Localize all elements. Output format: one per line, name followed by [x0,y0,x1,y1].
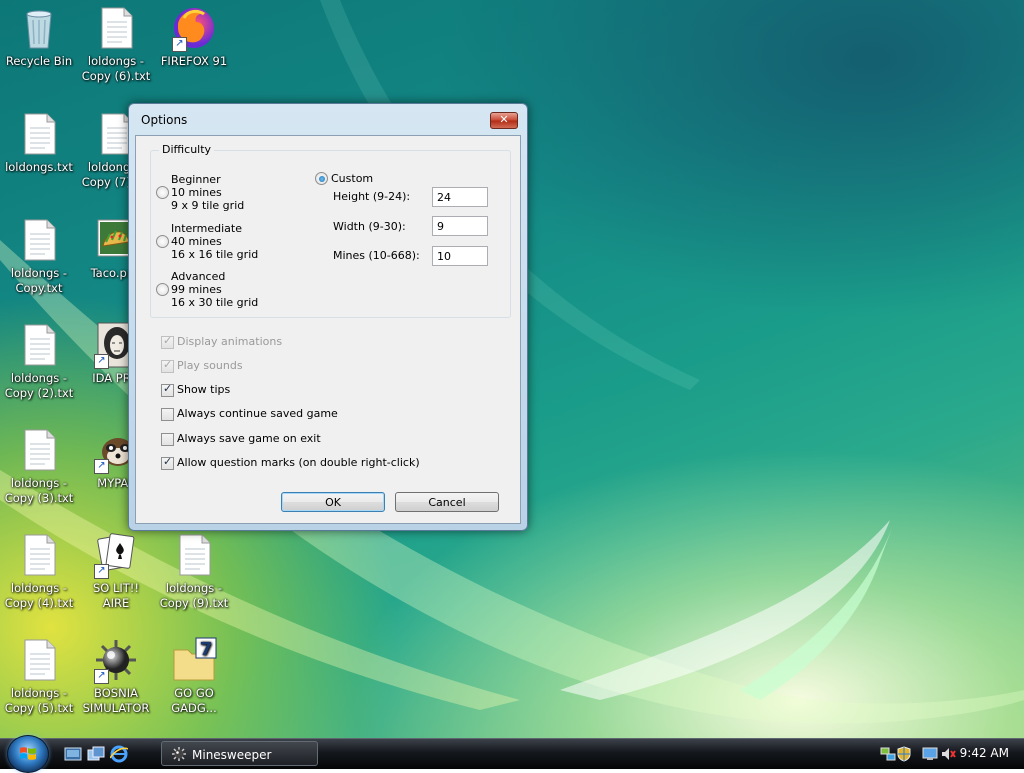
volume-muted-icon[interactable] [940,746,956,762]
icon-label: Recycle Bin [5,54,73,68]
display-animations-checkbox[interactable] [161,334,174,349]
advanced-grid: 16 x 30 tile grid [171,296,259,309]
icon-label: FIREFOX 91 [160,54,228,68]
svg-text:7: 7 [200,639,213,660]
text-file-icon[interactable]: loldongs - Copy.txt [1,216,77,296]
shortcut-arrow-icon: ↗ [94,669,109,684]
shortcut-arrow-icon: ↗ [94,564,109,579]
text-file-icon[interactable]: loldongs - Copy (9).txt [156,531,232,611]
play-sounds-checkbox[interactable] [161,358,174,373]
dialog-titlebar[interactable]: Options ✕ [129,104,527,136]
solitaire-shortcut-icon[interactable]: ↗ SO LIT!! AIRE [78,531,154,611]
icon-label: loldongs - Copy (3).txt [4,476,74,505]
icon-label: SO LIT!! AIRE [92,581,140,610]
always-continue-checkbox[interactable] [161,408,174,421]
icon-label: loldongs - Copy (6).txt [81,54,151,83]
taskbar-minesweeper-button[interactable]: Minesweeper [161,741,318,766]
close-button[interactable]: ✕ [490,112,518,129]
folder-icon[interactable]: 7 GO GO GADG... [156,636,232,716]
system-tray: 9:42 AM [864,739,1024,769]
always-continue-label: Always continue saved game [177,407,338,420]
advanced-mines: 99 mines [171,283,222,296]
play-sounds-label: Play sounds [177,359,243,372]
always-save-checkbox[interactable] [161,433,174,446]
text-file-icon[interactable]: loldongs - Copy (6).txt [78,4,154,84]
internet-explorer-icon[interactable] [110,745,128,763]
icon-label: loldongs - Copy (5).txt [4,686,74,715]
advanced-option-text[interactable]: Advanced 99 mines 16 x 30 tile grid [171,270,258,309]
cancel-button[interactable]: Cancel [395,492,499,512]
icon-label: loldongs - Copy (4).txt [4,581,74,610]
firefox-shortcut-icon[interactable]: ↗ FIREFOX 91 [156,4,232,69]
taskbar-minesweeper-label: Minesweeper [192,748,272,762]
question-marks-label: Allow question marks (on double right-cl… [177,456,420,469]
icon-label: loldongs - Copy (9).txt [159,581,229,610]
shortcut-arrow-icon: ↗ [94,459,109,474]
mine-icon [172,747,186,761]
icon-label: loldongs - Copy (2).txt [4,371,74,400]
beginner-option-text[interactable]: Beginner 10 mines 9 x 9 tile grid [171,173,244,212]
beginner-label: Beginner [171,173,221,186]
intermediate-grid: 16 x 16 tile grid [171,248,259,261]
network-icon[interactable] [880,746,896,762]
icon-label: loldongs - Copy.txt [10,266,68,295]
dialog-title: Options [141,113,188,127]
advanced-radio[interactable] [156,283,169,296]
icon-label: BOSNIA SIMULATOR [82,686,150,715]
height-label: Height (9-24): [333,190,411,203]
intermediate-mines: 40 mines [171,235,222,248]
always-save-label: Always save game on exit [177,432,321,445]
text-file-icon[interactable]: loldongs.txt [1,110,77,175]
shortcut-arrow-icon: ↗ [94,354,109,369]
icon-label: GO GO GADG... [171,686,217,715]
question-marks-checkbox[interactable] [161,455,174,470]
minesweeper-shortcut-icon[interactable]: ↗ BOSNIA SIMULATOR [78,636,154,716]
custom-label[interactable]: Custom [331,172,373,185]
close-icon: ✕ [499,113,509,126]
taskbar: Minesweeper 9:42 AM [0,735,1024,773]
beginner-mines: 10 mines [171,186,222,199]
dialog-client: Difficulty Beginner 10 mines 9 x 9 tile … [135,135,521,524]
custom-radio[interactable] [315,172,328,185]
text-file-icon[interactable]: loldongs - Copy (5).txt [1,636,77,716]
mines-label: Mines (10-668): [333,249,420,262]
recycle-bin-icon[interactable]: Recycle Bin [1,4,77,69]
show-tips-checkbox[interactable] [161,382,174,397]
width-input[interactable] [432,216,488,236]
advanced-label: Advanced [171,270,226,283]
icon-label: loldongs.txt [5,160,73,174]
intermediate-option-text[interactable]: Intermediate 40 mines 16 x 16 tile grid [171,222,258,261]
options-dialog: Options ✕ Difficulty Beginner 10 mines 9… [128,103,528,531]
mines-input[interactable] [432,246,488,266]
security-shield-icon[interactable] [897,746,911,762]
text-file-icon[interactable]: loldongs - Copy (4).txt [1,531,77,611]
shortcut-arrow-icon: ↗ [172,37,187,52]
windows-logo-icon [20,747,36,760]
start-button[interactable] [7,735,49,773]
clock[interactable]: 9:42 AM [960,746,1009,760]
height-input[interactable] [432,187,488,207]
difficulty-group: Difficulty Beginner 10 mines 9 x 9 tile … [150,143,511,318]
beginner-radio[interactable] [156,186,169,199]
show-desktop-icon[interactable] [64,745,82,763]
ok-button[interactable]: OK [281,492,385,512]
switch-windows-icon[interactable] [87,745,105,763]
text-file-icon[interactable]: loldongs - Copy (2).txt [1,321,77,401]
difficulty-group-label: Difficulty [159,143,215,156]
beginner-grid: 9 x 9 tile grid [171,199,245,212]
show-tips-label: Show tips [177,383,231,396]
intermediate-label: Intermediate [171,222,242,235]
text-file-icon[interactable]: loldongs - Copy (3).txt [1,426,77,506]
intermediate-radio[interactable] [156,235,169,248]
display-icon[interactable] [922,746,938,762]
display-animations-label: Display animations [177,335,283,348]
width-label: Width (9-30): [333,220,406,233]
